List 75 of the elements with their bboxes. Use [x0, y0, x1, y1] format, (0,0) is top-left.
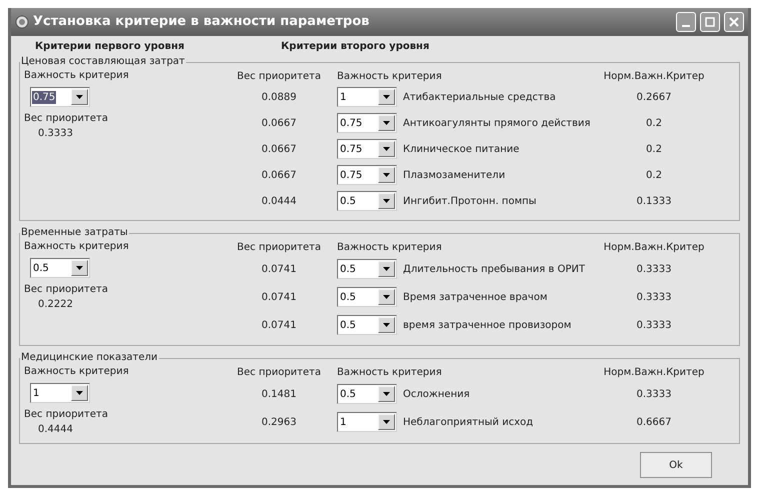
norm-value: 0.3333 — [636, 318, 672, 332]
maximize-button[interactable] — [700, 12, 720, 32]
criterion-name: Плазмозаменители — [403, 168, 506, 182]
criterion-name: Неблагоприятный исход — [403, 416, 534, 430]
dropdown[interactable]: 1 — [337, 412, 397, 432]
dropdown[interactable]: 0.75 — [337, 165, 397, 185]
dropdown[interactable]: 0.5 — [337, 191, 397, 211]
column-header: Важность критерия — [336, 366, 443, 380]
priority-value: 0.1481 — [260, 388, 298, 402]
norm-value: 0.2 — [645, 142, 663, 156]
norm-value: 0.6667 — [636, 416, 672, 430]
criterion-name: Ингибит.Протонн. помпы — [403, 194, 536, 208]
minimize-icon — [682, 25, 690, 27]
window-title: Установка критерие в важности параметров — [33, 13, 370, 32]
priority-value: 0.0667 — [260, 168, 298, 182]
column-header: Норм.Важн.Критер — [602, 366, 706, 380]
criterion-name: время затраченное провизором — [403, 318, 572, 332]
norm-value: 0.2667 — [636, 90, 672, 104]
norm-value: 0.2 — [645, 116, 663, 130]
maximize-icon — [704, 16, 716, 28]
norm-value: 0.2 — [645, 168, 663, 182]
close-button[interactable] — [724, 12, 744, 32]
priority-value: 0.3333 — [37, 127, 74, 141]
group-title: Медицинские показатели — [20, 352, 159, 364]
priority-label: Вес приоритета — [24, 112, 109, 126]
column-header: Норм.Важн.Критер — [602, 70, 706, 84]
criterion-name: Время затраченное врачом — [403, 290, 548, 304]
app-icon — [15, 15, 29, 29]
priority-value: 0.2963 — [260, 416, 298, 430]
dropdown[interactable]: 0.5 — [30, 258, 90, 278]
dropdown[interactable]: 1 — [337, 87, 397, 107]
dropdown[interactable]: 0.5 — [337, 287, 397, 307]
priority-label: Вес приоритета — [24, 408, 109, 422]
section-heading: Критерии первого уровня — [34, 40, 186, 54]
section-heading: Критерии второго уровня — [281, 40, 430, 54]
dropdown[interactable]: 0.75 — [337, 113, 397, 133]
minimize-button[interactable] — [676, 12, 696, 32]
norm-value: 0.3333 — [636, 262, 672, 276]
column-header: Вес приоритета — [236, 241, 322, 255]
column-header: Важность критерия — [336, 241, 443, 255]
priority-value: 0.0444 — [260, 194, 298, 208]
importance-label: Важность критерия — [24, 69, 130, 83]
column-header: Вес приоритета — [236, 70, 322, 84]
dropdown[interactable]: 0.5 — [337, 384, 397, 404]
priority-value: 0.0741 — [260, 318, 298, 332]
criterion-name: Осложнения — [403, 388, 470, 402]
priority-label: Вес приоритета — [24, 283, 109, 297]
close-icon — [728, 16, 740, 28]
column-header: Норм.Важн.Критер — [602, 241, 706, 255]
priority-value: 0.0741 — [260, 290, 298, 304]
group-title: Ценовая составляющая затрат — [20, 56, 186, 68]
group-title: Временные затраты — [20, 227, 129, 239]
priority-value: 0.0889 — [260, 90, 298, 104]
criterion-name: Клиническое питание — [403, 142, 520, 156]
criterion-name: Антикоагулянты прямого действия — [403, 116, 590, 130]
norm-value: 0.3333 — [636, 290, 672, 304]
priority-value: 0.0741 — [260, 262, 298, 276]
norm-value: 0.3333 — [636, 388, 672, 402]
priority-value: 0.0667 — [260, 116, 298, 130]
priority-value: 0.0667 — [260, 142, 298, 156]
dropdown[interactable]: 0.5 — [337, 259, 397, 279]
dropdown[interactable]: 0.75 — [337, 139, 397, 159]
importance-label: Важность критерия — [24, 365, 130, 379]
dropdown[interactable]: 1 — [30, 383, 90, 403]
column-header: Вес приоритета — [236, 366, 322, 380]
ok-button[interactable]: Ok — [640, 452, 712, 478]
criterion-name: Атибактериальные средства — [403, 90, 556, 104]
dropdown[interactable]: 0.75 — [30, 87, 90, 107]
criterion-name: Длительность пребывания в ОРИТ — [403, 262, 585, 276]
importance-label: Важность критерия — [24, 240, 130, 254]
priority-value: 0.2222 — [37, 298, 74, 312]
column-header: Важность критерия — [336, 70, 443, 84]
dropdown[interactable]: 0.5 — [337, 315, 397, 335]
norm-value: 0.1333 — [636, 194, 672, 208]
priority-value: 0.4444 — [37, 423, 74, 437]
